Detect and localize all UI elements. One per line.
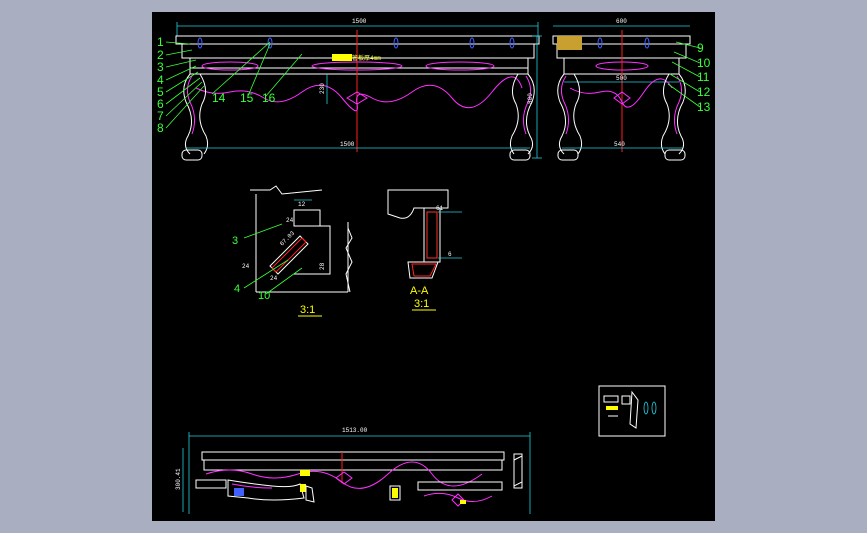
front-note: 管板厚4mm: [352, 54, 381, 62]
corner-label-10: 10: [258, 290, 270, 302]
drawing-canvas[interactable]: 1500 管板厚4mm 1500 800 230 1 2 3 4 5 6 7 8…: [152, 12, 715, 521]
corner-detail: 12 24 67.03 24 28 24 3 4 10 3:1: [232, 185, 353, 317]
corner-label-4: 4: [234, 283, 240, 295]
callout-16: 16: [262, 91, 276, 105]
callout-13: 13: [697, 100, 711, 114]
corner-dim-6: 24: [270, 275, 278, 282]
callout-3: 3: [157, 60, 164, 74]
callout-10: 10: [697, 56, 711, 70]
front-apron-height: 230: [319, 83, 326, 94]
side-inner-width: 500: [616, 75, 627, 82]
front-bottom-width: 1500: [340, 141, 355, 148]
bottom-width: 1513.00: [342, 427, 368, 434]
section-dim-1: 61: [436, 205, 444, 212]
section-dim-2: 6: [448, 251, 452, 258]
bottom-height: 300.41: [175, 468, 182, 490]
front-leaders: [165, 41, 303, 129]
callout-11: 11: [697, 70, 710, 84]
section-title: A-A: [410, 285, 429, 297]
corner-dim-3: 67.03: [278, 229, 296, 247]
callout-14: 14: [212, 91, 226, 105]
section-aa: 61 6 A-A 3:1: [387, 189, 462, 311]
corner-dim-4: 24: [242, 263, 250, 270]
callout-9: 9: [697, 41, 704, 55]
corner-scale: 3:1: [300, 304, 315, 316]
cad-drawing: 1500 管板厚4mm 1500 800 230 1 2 3 4 5 6 7 8…: [157, 18, 711, 514]
parts-inset: [598, 385, 666, 437]
callout-15: 15: [240, 91, 254, 105]
front-view: 1500 管板厚4mm 1500 800 230 1 2 3 4 5 6 7 8…: [157, 18, 542, 161]
corner-dim-5: 28: [319, 262, 326, 270]
side-top-width: 600: [616, 18, 627, 25]
side-view: 600 500 540 9 10 11 12 13: [552, 18, 711, 161]
callout-8: 8: [157, 121, 164, 135]
front-top-width: 1500: [352, 18, 367, 25]
section-scale: 3:1: [414, 298, 429, 310]
corner-dim-1: 12: [298, 201, 306, 208]
callout-12: 12: [697, 85, 711, 99]
corner-label-3: 3: [232, 235, 238, 247]
side-bottom-width: 540: [614, 141, 625, 148]
callout-1: 1: [157, 35, 164, 49]
front-height: 800: [527, 93, 534, 104]
bottom-layout: 1513.00 300.41: [175, 427, 531, 514]
corner-dim-2: 24: [286, 217, 294, 224]
